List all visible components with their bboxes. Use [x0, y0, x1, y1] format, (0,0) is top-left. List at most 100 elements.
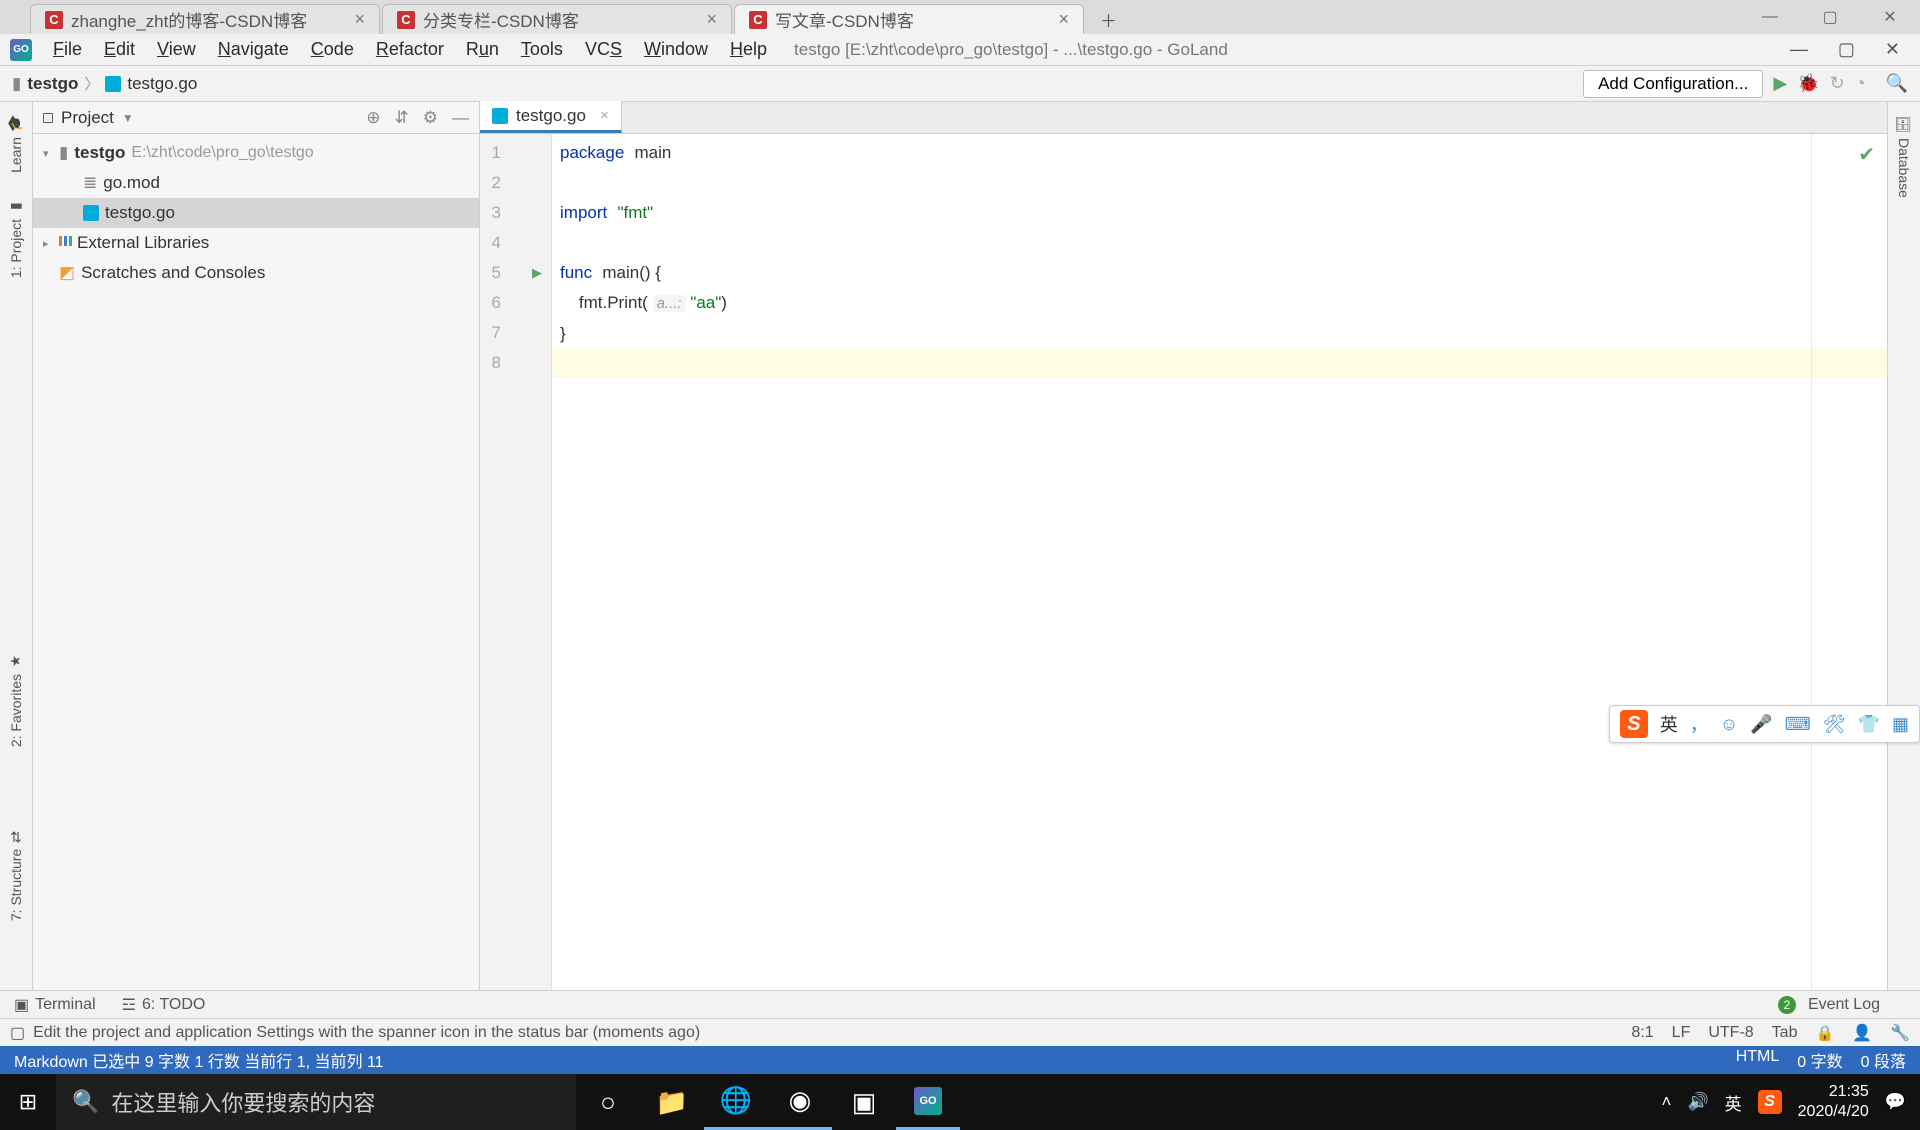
- explorer-icon[interactable]: 📁: [640, 1074, 704, 1130]
- cmd-icon[interactable]: ▣: [832, 1074, 896, 1130]
- ime-mic-icon[interactable]: 🎤: [1750, 714, 1772, 735]
- settings-hint-icon[interactable]: ▢: [10, 1023, 25, 1043]
- inspector-icon[interactable]: 👤: [1852, 1023, 1872, 1043]
- bottom-tool-bar: ▣Terminal ☲6: TODO 2Event Log: [0, 990, 1920, 1018]
- chevron-down-icon[interactable]: ▼: [122, 111, 134, 125]
- todo-tab[interactable]: ☲6: TODO: [122, 995, 206, 1015]
- menu-vcs[interactable]: VCS: [574, 39, 633, 60]
- database-tab[interactable]: 🗄Database: [1893, 102, 1915, 210]
- chevron-right-icon[interactable]: ▸: [43, 237, 59, 250]
- ime-keyboard-icon[interactable]: ⌨: [1785, 714, 1811, 735]
- tray-chevron-icon[interactable]: ˄: [1662, 1092, 1672, 1112]
- event-log-tab[interactable]: 2Event Log: [1778, 996, 1880, 1014]
- close-icon[interactable]: ✕: [1885, 39, 1900, 60]
- breadcrumb-root[interactable]: ▮ testgo: [12, 74, 78, 94]
- ime-toolbar[interactable]: S 英 ， ☺ 🎤 ⌨ 🛠 👕 ▦: [1609, 705, 1920, 743]
- editor-tab-testgo[interactable]: testgo.go ×: [480, 101, 622, 133]
- goland-taskbar-icon[interactable]: GO: [896, 1074, 960, 1130]
- profile-icon[interactable]: ◔: [1855, 73, 1866, 94]
- search-icon[interactable]: 🔍: [1886, 73, 1908, 94]
- sogou-icon[interactable]: S: [1620, 710, 1648, 738]
- menu-tools[interactable]: Tools: [510, 39, 574, 60]
- ide-menubar: GO File Edit View Navigate Code Refactor…: [0, 34, 1920, 66]
- run-gutter-icon[interactable]: ▶: [532, 258, 542, 288]
- browser-tab-3[interactable]: C 写文章-CSDN博客 ×: [734, 4, 1084, 34]
- menu-help[interactable]: Help: [719, 39, 778, 60]
- add-configuration-button[interactable]: Add Configuration...: [1583, 70, 1763, 98]
- indent-setting[interactable]: Tab: [1772, 1024, 1798, 1042]
- locate-icon[interactable]: ⊕: [366, 108, 380, 128]
- sogou-browser-icon[interactable]: 🌐: [704, 1074, 768, 1130]
- breadcrumb-file[interactable]: testgo.go: [105, 74, 197, 94]
- tree-root[interactable]: ▾ ▮ testgo E:\zht\code\pro_go\testgo: [33, 138, 479, 168]
- run-icon[interactable]: ▶: [1773, 73, 1787, 94]
- lock-icon[interactable]: 🔒: [1815, 1024, 1834, 1042]
- gear-icon[interactable]: ⚙: [423, 108, 438, 128]
- browser-tab-2[interactable]: C 分类专栏-CSDN博客 ×: [382, 4, 732, 34]
- close-icon[interactable]: ×: [354, 9, 365, 30]
- close-icon[interactable]: ×: [1058, 9, 1069, 30]
- database-icon: 🗄: [1896, 114, 1912, 132]
- ime-skin-icon[interactable]: 👕: [1858, 714, 1880, 735]
- menu-file[interactable]: File: [42, 39, 93, 60]
- learn-tab[interactable]: Learn🎓: [5, 102, 27, 185]
- ime-punct[interactable]: ，: [1690, 711, 1708, 737]
- csdn-icon: C: [397, 11, 415, 29]
- volume-icon[interactable]: 🔊: [1687, 1092, 1708, 1112]
- debug-icon[interactable]: 🐞: [1797, 73, 1819, 94]
- hide-icon[interactable]: —: [452, 108, 469, 128]
- menu-edit[interactable]: Edit: [93, 39, 146, 60]
- menu-run[interactable]: Run: [455, 39, 510, 60]
- ime-emoji-icon[interactable]: ☺: [1720, 714, 1738, 735]
- tree-file-gomod[interactable]: ≣ go.mod: [33, 168, 479, 198]
- menu-code[interactable]: Code: [300, 39, 365, 60]
- close-icon[interactable]: ×: [706, 9, 717, 30]
- minimize-icon[interactable]: —: [1740, 0, 1800, 34]
- editor-body[interactable]: 12345678 ▶ ✔ package main import "fmt" f…: [480, 134, 1887, 990]
- close-icon[interactable]: ×: [600, 107, 609, 124]
- csdn-icon: C: [45, 11, 63, 29]
- menu-view[interactable]: View: [146, 39, 207, 60]
- collapse-icon[interactable]: ⇵: [395, 108, 409, 128]
- ime-tool-icon[interactable]: 🛠: [1823, 714, 1846, 735]
- ime-grid-icon[interactable]: ▦: [1892, 714, 1909, 735]
- notifications-icon[interactable]: 💬: [1885, 1092, 1906, 1112]
- caret-position[interactable]: 8:1: [1631, 1024, 1653, 1042]
- taskbar-search[interactable]: 🔍 在这里输入你要搜索的内容: [56, 1074, 576, 1130]
- maximize-icon[interactable]: ▢: [1838, 39, 1855, 60]
- code-area[interactable]: ✔ package main import "fmt" func main() …: [552, 134, 1887, 990]
- close-icon[interactable]: ✕: [1860, 0, 1920, 34]
- sogou-tray-icon[interactable]: S: [1758, 1090, 1782, 1114]
- ime-lang[interactable]: 英: [1660, 711, 1678, 737]
- line-gutter: 12345678 ▶: [480, 134, 552, 990]
- csdn-icon: C: [749, 11, 767, 29]
- line-separator[interactable]: LF: [1672, 1024, 1691, 1042]
- chrome-icon[interactable]: ◉: [768, 1074, 832, 1130]
- menu-navigate[interactable]: Navigate: [207, 39, 300, 60]
- tree-file-testgo[interactable]: testgo.go: [33, 198, 479, 228]
- maximize-icon[interactable]: ▢: [1800, 0, 1860, 34]
- chevron-down-icon[interactable]: ▾: [43, 147, 59, 160]
- taskbar-clock[interactable]: 21:35 2020/4/20: [1798, 1082, 1869, 1122]
- favorites-tab[interactable]: 2: Favorites★: [5, 640, 27, 759]
- browser-tab-strip: C zhanghe_zht的博客-CSDN博客 × C 分类专栏-CSDN博客 …: [0, 0, 1920, 34]
- cortana-icon[interactable]: ○: [576, 1074, 640, 1130]
- spanner-icon[interactable]: 🔧: [1890, 1023, 1910, 1043]
- tree-external-libraries[interactable]: ▸ External Libraries: [33, 228, 479, 258]
- browser-tab-1[interactable]: C zhanghe_zht的博客-CSDN博客 ×: [30, 4, 380, 34]
- project-panel-title[interactable]: Project: [61, 108, 114, 128]
- project-view-icon: [43, 113, 53, 123]
- terminal-tab[interactable]: ▣Terminal: [14, 995, 96, 1015]
- scratches-icon: ◩: [59, 263, 75, 283]
- new-tab-button[interactable]: ＋: [1086, 4, 1131, 34]
- start-button[interactable]: ⊞: [0, 1074, 56, 1130]
- coverage-icon[interactable]: ↻: [1830, 73, 1845, 94]
- menu-refactor[interactable]: Refactor: [365, 39, 455, 60]
- structure-tab[interactable]: 7: Structure⇅: [5, 819, 27, 933]
- file-encoding[interactable]: UTF-8: [1708, 1024, 1753, 1042]
- tree-scratches[interactable]: ◩ Scratches and Consoles: [33, 258, 479, 288]
- tray-lang[interactable]: 英: [1725, 1090, 1742, 1115]
- project-tab[interactable]: 1: Project▮: [5, 185, 27, 290]
- minimize-icon[interactable]: —: [1790, 39, 1808, 60]
- menu-window[interactable]: Window: [633, 39, 719, 60]
